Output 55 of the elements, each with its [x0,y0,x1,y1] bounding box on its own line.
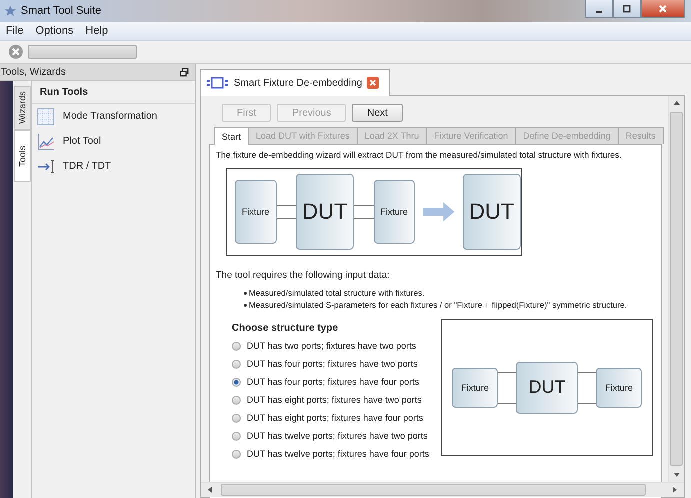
scroll-right-icon[interactable] [672,486,678,494]
structure-radio[interactable]: DUT has twelve ports; fixtures have two ports [232,427,430,445]
fixture-block: Fixture [235,180,277,244]
structure-radio[interactable]: DUT has four ports; fixtures have four ports [232,373,430,391]
side-tab[interactable]: Wizards [14,86,31,130]
horizontal-scrollbar[interactable] [201,482,684,497]
panel-title: Tools, Wizards [1,66,66,78]
vertical-scrollbar[interactable] [668,96,684,482]
toolbar-field[interactable] [28,45,137,59]
undock-icon[interactable] [180,68,189,76]
fixture-block: Fixture [452,368,498,408]
scroll-up-icon[interactable] [672,100,680,106]
wizard-tab[interactable]: Start [214,127,250,145]
minimize-icon [596,10,602,12]
maximize-icon [622,4,632,14]
bullet-item: Measured/simulated S-parameters for each fixtures / or "Fixture + flipped(Fixture)" symmetric structure. [244,299,628,311]
fixture-block: Fixture [596,368,642,408]
document-tab[interactable]: Smart Fixture De-embedding [200,69,390,96]
arrow-to-bar-icon [37,158,55,176]
star-icon [4,4,17,18]
window-title: Smart Tool Suite [21,5,102,17]
structure-radio[interactable]: DUT has twelve ports; fixtures have four ports [232,445,430,463]
structure-radio[interactable]: DUT has eight ports; fixtures have four ports [232,409,430,427]
block-icon [207,77,229,89]
intro-text: The fixture de-embedding wizard will extract DUT from the measured/simulated total structure with fixtures. [216,150,622,160]
dut-block: DUT [462,174,521,250]
scroll-down-icon[interactable] [672,472,680,478]
menu-item[interactable]: File [6,25,24,37]
scroll-left-icon[interactable] [207,486,213,494]
dut-block: DUT [516,362,578,414]
dut-block: DUT [296,174,354,250]
section-title: Run Tools [32,81,195,104]
tool-item[interactable]: TDR / TDT [32,154,195,179]
structure-radio[interactable]: DUT has two ports; fixtures have two ports [232,337,430,355]
structure-radio[interactable]: DUT has eight ports; fixtures have two ports [232,391,430,409]
bullet-item: Measured/simulated total structure with fixtures. [244,287,425,299]
section-title: Choose structure type [232,323,340,334]
grid-icon [37,108,55,126]
close-icon [658,4,668,14]
chart-icon [37,132,55,150]
nav-button[interactable]: Next [352,104,403,122]
close-button[interactable] [641,0,685,18]
tool-item[interactable]: Mode Transformation [32,104,195,129]
menu-item[interactable]: Help [86,25,108,37]
right-arrow-icon [423,201,455,223]
structure-radio[interactable]: DUT has four ports; fixtures have two ports [232,355,430,373]
fixture-block: Fixture [374,180,416,244]
stop-icon[interactable] [8,44,24,60]
side-tab[interactable]: Tools [14,130,31,182]
menu-item[interactable]: Options [36,25,74,37]
close-icon[interactable] [367,77,380,89]
tool-item[interactable]: Plot Tool [32,129,195,154]
requirements-text: The tool requires the following input data: [216,270,391,281]
minimize-button[interactable] [585,0,613,18]
maximize-button[interactable] [613,0,641,18]
